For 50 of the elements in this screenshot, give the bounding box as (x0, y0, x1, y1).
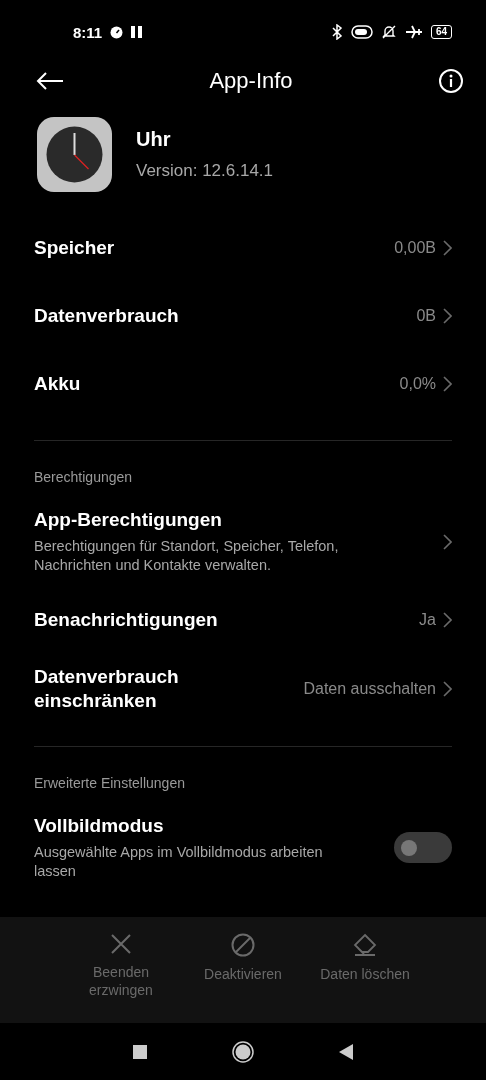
settings-row[interactable]: Vollbildmodus Ausgewählte Apps im Vollbildmodus arbeiten lassen (34, 803, 452, 892)
chevron-icon (442, 308, 452, 324)
section-header: Berechtigungen (34, 469, 134, 485)
row-title: Akku (34, 372, 81, 396)
home-icon[interactable] (232, 1040, 254, 1063)
row-value: 0,0% (399, 375, 436, 393)
app-version: Version: 12.6.14.1 (136, 161, 274, 181)
row-title: Speicher (34, 236, 115, 260)
recents-icon[interactable] (133, 1044, 147, 1059)
info-button[interactable] (438, 68, 464, 94)
bell-off-icon (380, 24, 397, 40)
settings-row[interactable]: Speicher 0,00B (34, 214, 452, 282)
battery-level: 64 (430, 25, 452, 39)
row-title: Datenverbrauch (34, 304, 179, 328)
close-icon (110, 933, 132, 955)
pause-icon (131, 26, 143, 38)
toggle-pill-icon (350, 25, 373, 39)
bluetooth-icon (330, 24, 343, 40)
chevron-icon (442, 533, 452, 550)
row-value: 0B (416, 307, 436, 325)
settings-row[interactable]: Datenverbrauch einschränken Daten ausschalten (34, 654, 452, 724)
row-title: Vollbildmodus (34, 814, 165, 838)
settings-row[interactable]: App-Berechtigungen Berechtigungen für Standort, Speicher, Telefon, Nachrichten und Kontakte verwalten. (34, 497, 452, 586)
page-title: App-Info (209, 68, 293, 94)
prohibited-icon (231, 933, 255, 957)
row-title: Benachrichtigungen (34, 608, 218, 632)
back-button[interactable] (36, 71, 64, 91)
eraser-icon (353, 933, 377, 957)
clock-icon (37, 117, 112, 192)
row-title: Datenverbrauch einschränken (34, 665, 180, 713)
row-title: App-Berechtigungen (34, 508, 223, 532)
settings-row[interactable]: Benachrichtigungen Ja (34, 586, 452, 654)
chevron-icon (442, 376, 452, 392)
row-value: 0,00B (394, 239, 436, 257)
row-description: Berechtigungen für Standort, Speicher, Telefon, Nachrichten und Kontakte verwalten. (34, 537, 340, 575)
app-name: Uhr (136, 128, 172, 151)
section-header: Erweiterte Einstellungen (34, 775, 186, 791)
chevron-icon (442, 681, 452, 697)
toggle-switch[interactable] (394, 832, 452, 863)
status-time: 8:11 (73, 23, 103, 41)
chevron-icon (442, 612, 452, 628)
airplane-icon (404, 25, 423, 39)
back-icon[interactable] (339, 1043, 353, 1060)
settings-row[interactable]: Akku 0,0% (34, 350, 452, 418)
row-value: Daten ausschalten (303, 680, 436, 698)
row-description: Ausgewählte Apps im Vollbildmodus arbeiten lassen (34, 843, 324, 881)
speedometer-icon (110, 25, 124, 39)
row-value: Ja (419, 611, 436, 629)
chevron-icon (442, 240, 452, 256)
settings-row[interactable]: Datenverbrauch 0B (34, 282, 452, 350)
